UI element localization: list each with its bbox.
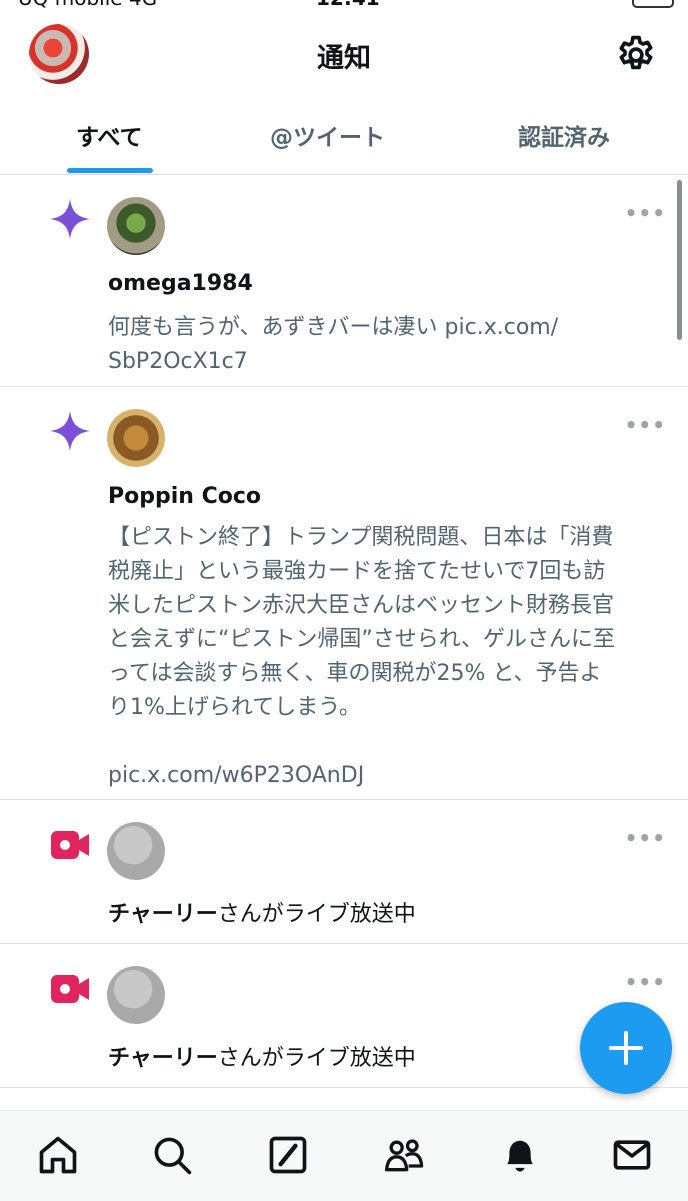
tweet-text-line: り1%上げられてしまう。 <box>108 695 361 720</box>
tweet-text: 何度も言うが、あずきバーは凄い pic.x.com/ SbP2OcX1c7 <box>108 311 663 379</box>
broadcaster-name: チャーリー <box>108 1046 218 1071</box>
communities-icon[interactable] <box>382 1133 426 1177</box>
tab-verified[interactable]: 認証済み <box>518 118 610 152</box>
more-options-icon[interactable]: ••• <box>625 826 666 850</box>
tweet-text: 【ピストン終了】トランプ関税問題、日本は「消費 税廃止」という最強カードを捨てた… <box>108 521 663 793</box>
username[interactable]: Poppin Coco <box>108 484 261 509</box>
bottom-navigation <box>0 1110 688 1201</box>
live-status-text: さんがライブ放送中 <box>217 1046 416 1071</box>
video-camera-icon <box>51 831 89 859</box>
tweet-text-line: 税廃止」という最強カードを捨てたせいで7回も訪 <box>108 559 606 584</box>
user-avatar[interactable] <box>107 966 165 1024</box>
clock: 12:41 <box>316 0 380 10</box>
tweet-link[interactable]: SbP2OcX1c7 <box>108 345 663 379</box>
notification-item[interactable]: ••• Poppin Coco 【ピストン終了】トランプ関税問題、日本は「消費 … <box>0 387 688 800</box>
tab-mentions[interactable]: @ツイート <box>270 118 385 152</box>
more-options-icon[interactable]: ••• <box>625 970 666 994</box>
more-options-icon[interactable]: ••• <box>625 201 666 225</box>
tab-all[interactable]: すべて <box>76 118 142 152</box>
sparkle-icon <box>49 198 91 240</box>
notification-tabs: すべて @ツイート 認証済み <box>0 104 688 175</box>
live-notification-text[interactable]: チャーリーさんがライブ放送中 <box>108 1040 416 1072</box>
search-icon[interactable] <box>150 1133 194 1177</box>
user-avatar[interactable] <box>107 409 165 467</box>
sparkle-icon <box>49 410 91 452</box>
live-status-text: さんがライブ放送中 <box>217 902 416 927</box>
grok-icon[interactable] <box>266 1133 310 1177</box>
notifications-icon[interactable] <box>498 1133 542 1177</box>
carrier-label: UQ mobile 4G <box>18 0 157 10</box>
tweet-text-line: と会えずに“ピストン帰国”させられ、ゲルさんに至 <box>108 627 616 652</box>
battery-icon <box>632 0 674 8</box>
notification-item[interactable]: ••• omega1984 何度も言うが、あずきバーは凄い pic.x.com/… <box>0 175 688 387</box>
status-bar: UQ mobile 4G 12:41 <box>0 0 688 10</box>
live-notification-text[interactable]: チャーリーさんがライブ放送中 <box>108 896 416 928</box>
page-title: 通知 <box>317 43 371 74</box>
user-avatar[interactable] <box>107 197 165 255</box>
messages-icon[interactable] <box>610 1133 654 1177</box>
tweet-text-line: 何度も言うが、あずきバーは凄い pic.x.com/ <box>108 315 559 340</box>
broadcaster-name: チャーリー <box>108 902 218 927</box>
notification-item[interactable]: ••• チャーリーさんがライブ放送中 <box>0 800 688 944</box>
tweet-text-line: 【ピストン終了】トランプ関税問題、日本は「消費 <box>108 525 614 550</box>
compose-button[interactable] <box>580 1002 672 1094</box>
gear-icon[interactable] <box>614 33 658 77</box>
user-avatar[interactable] <box>107 822 165 880</box>
plus-icon <box>609 1031 643 1065</box>
tweet-text-line: っては会談すら無く、車の関税が25% と、予告よ <box>108 661 602 686</box>
video-camera-icon <box>51 975 89 1003</box>
username[interactable]: omega1984 <box>108 271 253 296</box>
active-tab-indicator <box>67 168 153 173</box>
notification-feed: ••• omega1984 何度も言うが、あずきバーは凄い pic.x.com/… <box>0 175 688 1088</box>
more-options-icon[interactable]: ••• <box>625 413 666 437</box>
tweet-link[interactable]: pic.x.com/w6P23OAnDJ <box>108 759 663 793</box>
home-icon[interactable] <box>36 1133 80 1177</box>
top-header: 通知 <box>0 14 688 94</box>
tweet-text-line: 米したピストン赤沢大臣さんはベッセント財務長官 <box>108 593 615 618</box>
